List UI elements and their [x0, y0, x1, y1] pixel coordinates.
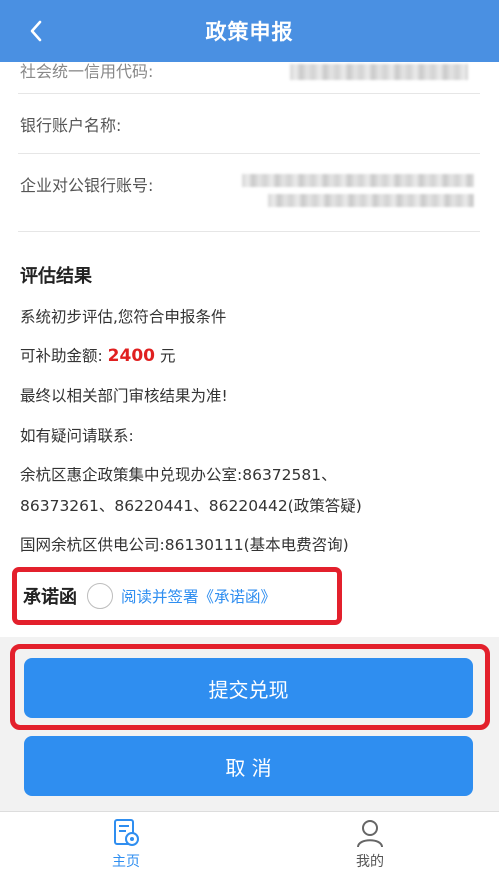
subsidy-amount-value: 2400: [107, 346, 155, 366]
tab-home-label: 主页: [112, 854, 140, 870]
corporate-account-row: 企业对公银行账号:: [18, 154, 480, 232]
evaluation-section: 评估结果: [20, 262, 480, 288]
promise-letter-link[interactable]: 阅读并签署《承诺函》: [121, 585, 276, 607]
tab-home[interactable]: 主页: [86, 818, 166, 871]
contact-prompt: 如有疑问请联系:: [20, 427, 134, 445]
subsidy-amount-label: 可补助金额:: [20, 347, 103, 365]
review-notice: 最终以相关部门审核结果为准!: [20, 387, 228, 405]
submit-button[interactable]: 提交兑现: [24, 658, 473, 718]
promise-letter-label: 承诺函: [23, 587, 77, 608]
home-document-icon: [114, 819, 139, 846]
cancel-button[interactable]: 取 消: [24, 736, 473, 796]
corporate-account-value-masked-2: [268, 194, 474, 207]
credit-code-value-masked: [290, 64, 468, 80]
corporate-account-label: 企业对公银行账号:: [20, 176, 154, 195]
chevron-left-icon: [30, 20, 42, 42]
promise-agree-radio[interactable]: [87, 583, 113, 609]
contact-office-line2: 86373261、86220441、86220442(政策答疑): [20, 497, 362, 515]
evaluation-status: 系统初步评估,您符合申报条件: [20, 308, 227, 326]
evaluation-title: 评估结果: [20, 266, 92, 287]
user-icon: [357, 820, 383, 848]
subsidy-amount-unit: 元: [159, 347, 176, 365]
page-title: 政策申报: [205, 20, 294, 44]
corporate-account-value-masked: [242, 174, 474, 187]
credit-code-row: 社会统一信用代码:: [18, 62, 480, 94]
bank-account-name-row: 银行账户名称:: [18, 94, 480, 154]
bank-account-name-label: 银行账户名称:: [20, 116, 122, 135]
subsidy-amount-line: 可补助金额: 2400 元: [20, 344, 175, 366]
contact-power-company: 国网余杭区供电公司:86130111(基本电费咨询): [20, 536, 349, 554]
tab-mine-label: 我的: [356, 854, 384, 870]
tab-mine[interactable]: 我的: [330, 818, 410, 871]
back-button[interactable]: [18, 13, 54, 49]
contact-office-line1: 余杭区惠企政策集中兑现办公室:86372581、: [20, 466, 337, 484]
promise-letter-highlight: 承诺函 阅读并签署《承诺函》: [12, 567, 342, 625]
bottom-tab-bar: 主页 我的: [0, 811, 499, 888]
credit-code-label: 社会统一信用代码:: [20, 62, 154, 81]
form-content[interactable]: 社会统一信用代码: 银行账户名称: 企业对公银行账号: 评估结果 系统初步评估,…: [0, 62, 499, 637]
top-navigation-bar: 政策申报: [0, 0, 499, 62]
